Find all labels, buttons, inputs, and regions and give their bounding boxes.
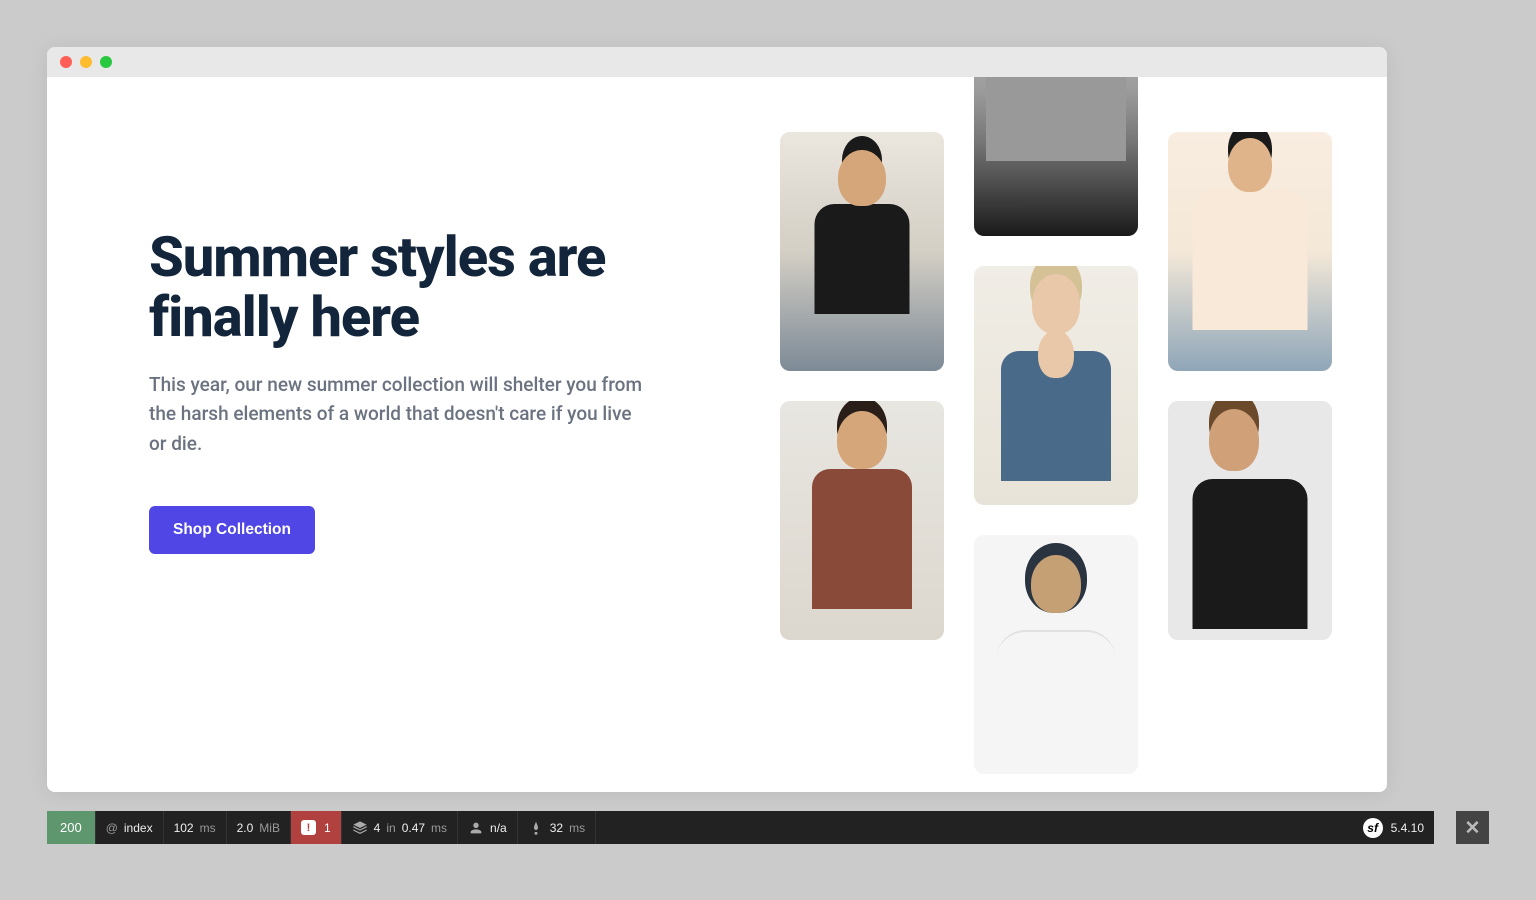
cache-cell[interactable]: 4 in 0.47 ms bbox=[342, 811, 458, 844]
product-image bbox=[974, 266, 1138, 505]
window-minimize-button[interactable] bbox=[80, 56, 92, 68]
product-image bbox=[780, 132, 944, 371]
time-unit: ms bbox=[200, 821, 216, 835]
browser-window: Summer styles are finally here This year… bbox=[47, 47, 1387, 792]
user-cell[interactable]: n/a bbox=[458, 811, 518, 844]
memory-cell[interactable]: 2.0 MiB bbox=[227, 811, 291, 844]
toolbar-spacer bbox=[596, 811, 1353, 844]
image-column-2 bbox=[974, 77, 1138, 792]
cache-unit: ms bbox=[431, 821, 447, 835]
image-column-1 bbox=[780, 132, 944, 792]
window-close-button[interactable] bbox=[60, 56, 72, 68]
hero-section: Summer styles are finally here This year… bbox=[149, 227, 649, 554]
product-image bbox=[780, 401, 944, 640]
memory-value: 2.0 bbox=[237, 821, 254, 835]
hero-subtitle: This year, our new summer collection wil… bbox=[149, 370, 649, 458]
page-content: Summer styles are finally here This year… bbox=[47, 77, 1387, 792]
time-value: 102 bbox=[174, 821, 194, 835]
close-icon: ✕ bbox=[1465, 816, 1481, 839]
product-image bbox=[974, 535, 1138, 774]
hero-image-grid bbox=[780, 77, 1332, 792]
route-symbol: @ bbox=[106, 821, 118, 835]
hero-title: Summer styles are finally here bbox=[149, 227, 649, 348]
symfony-debug-toolbar: 200 @ index 102 ms 2.0 MiB ! 1 4 in 0.47… bbox=[47, 811, 1434, 844]
route-cell[interactable]: @ index bbox=[96, 811, 164, 844]
twig-unit: ms bbox=[569, 821, 585, 835]
shop-collection-button[interactable]: Shop Collection bbox=[149, 506, 315, 554]
twig-value: 32 bbox=[550, 821, 563, 835]
toolbar-close-button[interactable]: ✕ bbox=[1456, 811, 1489, 844]
cache-in-label: in bbox=[386, 821, 395, 835]
exclamation-icon: ! bbox=[301, 820, 316, 835]
route-name: index bbox=[124, 821, 153, 835]
image-column-3 bbox=[1168, 132, 1332, 792]
http-status-code: 200 bbox=[60, 820, 82, 835]
symfony-version-cell[interactable]: sf 5.4.10 bbox=[1353, 811, 1434, 844]
product-image bbox=[974, 77, 1138, 236]
symfony-logo-icon: sf bbox=[1363, 818, 1383, 838]
http-status-cell[interactable]: 200 bbox=[47, 811, 96, 844]
user-icon bbox=[468, 820, 484, 836]
memory-unit: MiB bbox=[259, 821, 280, 835]
twig-icon bbox=[528, 820, 544, 836]
cache-count: 4 bbox=[374, 821, 381, 835]
twig-cell[interactable]: 32 ms bbox=[518, 811, 596, 844]
layers-icon bbox=[352, 820, 368, 836]
symfony-version: 5.4.10 bbox=[1391, 821, 1424, 835]
window-maximize-button[interactable] bbox=[100, 56, 112, 68]
time-cell[interactable]: 102 ms bbox=[164, 811, 227, 844]
error-cell[interactable]: ! 1 bbox=[291, 811, 342, 844]
window-titlebar bbox=[47, 47, 1387, 77]
user-value: n/a bbox=[490, 821, 507, 835]
error-count: 1 bbox=[324, 821, 331, 835]
cache-time: 0.47 bbox=[402, 821, 425, 835]
product-image bbox=[1168, 401, 1332, 640]
product-image bbox=[1168, 132, 1332, 371]
